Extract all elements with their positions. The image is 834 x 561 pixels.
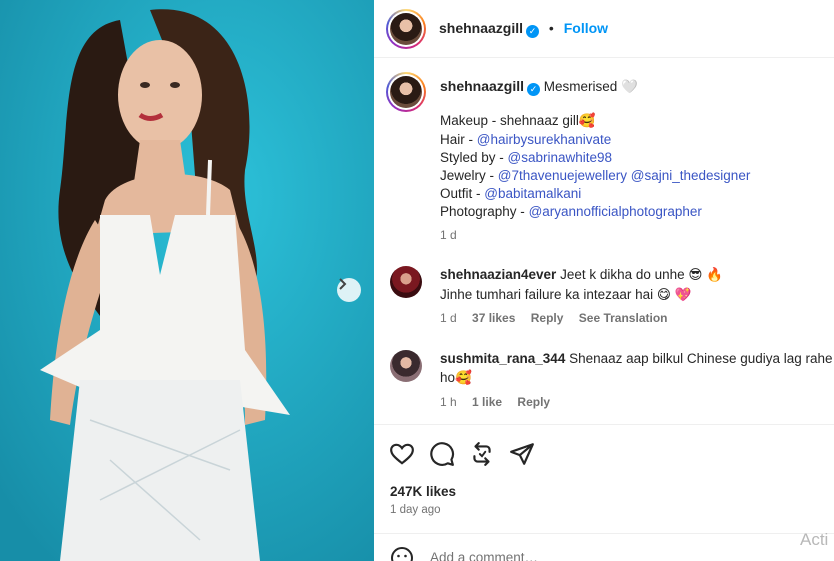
reply-button[interactable]: Reply: [517, 395, 550, 409]
comment-likes[interactable]: 1 like: [472, 395, 502, 409]
activation-watermark: Acti: [800, 530, 829, 549]
reply-button[interactable]: Reply: [531, 311, 564, 325]
comment-time: 1 d: [440, 311, 457, 325]
post-photo[interactable]: [0, 0, 374, 561]
add-comment-input[interactable]: Add a comment…: [430, 550, 538, 561]
next-photo-button[interactable]: [337, 278, 361, 302]
separator-dot: •: [548, 20, 554, 36]
follow-button[interactable]: Follow: [564, 20, 608, 36]
post-header: shehnaazgill ✓ • Follow: [374, 0, 834, 58]
repost-icon[interactable]: [469, 441, 495, 467]
comment-icon[interactable]: [429, 441, 455, 467]
see-translation-button[interactable]: See Translation: [579, 311, 668, 325]
heart-icon[interactable]: [389, 441, 415, 467]
caption-time: 1 d: [440, 228, 457, 242]
mention-link[interactable]: @hairbysurekhanivate: [477, 132, 612, 147]
caption-avatar[interactable]: [386, 72, 426, 112]
mention-link[interactable]: @babitamalkani: [484, 186, 581, 201]
comment-username[interactable]: shehnaazian4ever: [440, 267, 556, 282]
emoji-icon[interactable]: [390, 546, 414, 561]
mention-link[interactable]: @7thavenuejewellery @sajni_thedesigner: [498, 168, 751, 183]
comment-body: sushmita_rana_344 Shenaaz aap bilkul Chi…: [440, 351, 833, 366]
comment-likes[interactable]: 37 likes: [472, 311, 515, 325]
posted-time: 1 day ago: [390, 504, 441, 516]
chevron-right-icon: [339, 278, 347, 290]
caption-credit-jewelry: Jewelry - @7thavenuejewellery @sajni_the…: [440, 168, 751, 183]
comment-meta: 1 h 1 like Reply: [440, 395, 550, 409]
caption-credit-photography: Photography - @aryannofficialphotographe…: [440, 204, 702, 219]
verified-icon: ✓: [527, 83, 541, 96]
share-icon[interactable]: [509, 441, 535, 467]
caption-credit-outfit: Outfit - @babitamalkani: [440, 186, 582, 201]
add-comment-bar: Add a comment…: [374, 533, 834, 561]
caption-credit-styled: Styled by - @sabrinawhite98: [440, 150, 613, 165]
caption-credit-makeup: Makeup - shehnaaz gill🥰: [440, 113, 596, 128]
photo-illustration: [0, 0, 374, 561]
comment-meta: 1 d 37 likes Reply See Translation: [440, 311, 667, 325]
mention-link[interactable]: @aryannofficialphotographer: [529, 204, 702, 219]
mention-link[interactable]: @sabrinawhite98: [508, 150, 613, 165]
commenter-avatar[interactable]: [390, 266, 422, 298]
comment-body-line2: ho🥰: [440, 370, 472, 385]
post-details-panel: shehnaazgill ✓ • Follow shehnaazgill ✓ Mes…: [374, 0, 834, 561]
comment-username[interactable]: sushmita_rana_344: [440, 351, 565, 366]
caption-credit-hair: Hair - @hairbysurekhanivate: [440, 132, 612, 147]
author-avatar[interactable]: [386, 9, 426, 49]
caption-first-line: shehnaazgill ✓ Mesmerised 🤍: [440, 77, 638, 96]
caption-username[interactable]: shehnaazgill: [440, 78, 524, 94]
comment-body: shehnaazian4ever Jeet k dikha do unhe 😎 …: [440, 267, 724, 282]
verified-icon: ✓: [526, 25, 540, 38]
header-username[interactable]: shehnaazgill: [439, 20, 523, 36]
comment-body-line2: Jinhe tumhari failure ka intezaar hai 😋 …: [440, 287, 692, 302]
likes-count[interactable]: 247K likes: [390, 484, 456, 499]
comment-time: 1 h: [440, 395, 457, 409]
commenter-avatar[interactable]: [390, 350, 422, 382]
caption-text: Mesmerised 🤍: [543, 79, 638, 94]
